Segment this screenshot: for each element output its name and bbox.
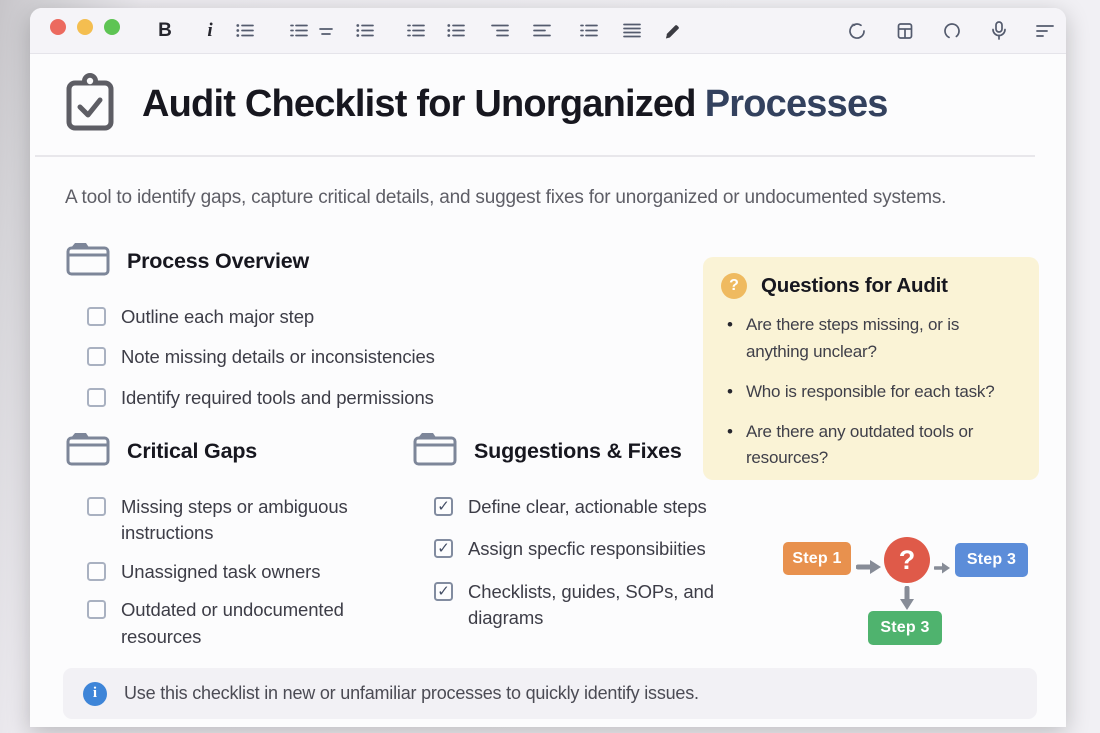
clipboard-check-icon bbox=[64, 72, 116, 137]
checklist-label: Missing steps or ambiguous instructions bbox=[121, 496, 348, 544]
title-row: Audit Checklist for Unorganized Processes bbox=[64, 72, 888, 137]
checkbox-unchecked[interactable] bbox=[87, 561, 106, 581]
dash-icon[interactable] bbox=[313, 18, 339, 44]
section-critical-gaps: Critical Gaps bbox=[66, 430, 257, 472]
info-text: Use this checklist in new or unfamiliar … bbox=[124, 683, 699, 703]
questions-title: Questions for Audit bbox=[761, 274, 948, 297]
archive-icon[interactable] bbox=[892, 18, 918, 44]
indent-icon[interactable] bbox=[529, 18, 555, 44]
checkbox-unchecked[interactable] bbox=[87, 600, 106, 620]
subtitle: A tool to identify gaps, capture critica… bbox=[65, 187, 947, 208]
arrow-right-icon bbox=[855, 557, 882, 582]
info-icon: i bbox=[83, 681, 107, 706]
zoom-button[interactable] bbox=[104, 19, 120, 35]
folder-icon bbox=[413, 430, 457, 472]
page-title-accent: Processes bbox=[704, 83, 889, 125]
questions-header: ? Questions for Audit bbox=[721, 273, 1025, 299]
checkbox-unchecked[interactable] bbox=[87, 497, 106, 516]
critical-gaps-list: Missing steps or ambiguous instructions … bbox=[87, 494, 399, 650]
folder-icon bbox=[66, 240, 110, 282]
note-window: B i Audit Checklist for Unorganized Proc… bbox=[30, 8, 1066, 727]
checklist-label: Note missing details or inconsistencies bbox=[121, 346, 435, 368]
questions-list: • Are there steps missing, or is anythin… bbox=[719, 312, 1025, 472]
info-bar: i Use this checklist in new or unfamilia… bbox=[63, 668, 1037, 719]
justify-icon[interactable] bbox=[619, 18, 645, 44]
question-text: Who is responsible for each task? bbox=[745, 381, 995, 401]
questions-for-audit-panel: ? Questions for Audit • Are there steps … bbox=[703, 257, 1039, 480]
bullet-dot: • bbox=[727, 421, 733, 441]
diagram-step3-bottom-box: Step 3 bbox=[868, 611, 942, 645]
bullet-dot: • bbox=[727, 315, 733, 334]
checklist-item: ✓ Define clear, actionable steps bbox=[434, 494, 766, 520]
checklist-label: Identify required tools and permissions bbox=[121, 386, 434, 408]
checklist-item: Unassigned task owners bbox=[87, 559, 399, 585]
minimize-button[interactable] bbox=[77, 19, 93, 35]
question-item: • Are there any outdated tools or resour… bbox=[727, 419, 1025, 473]
checklist-item: Note missing details or inconsistencies bbox=[87, 344, 517, 370]
arrow-right-small-icon bbox=[933, 561, 951, 580]
section-title: Process Overview bbox=[127, 248, 310, 273]
lasso-circle-icon[interactable] bbox=[939, 18, 965, 44]
folder-icon bbox=[66, 430, 110, 472]
bold-button[interactable]: B bbox=[152, 18, 178, 44]
diagram-step3-top-box: Step 3 bbox=[955, 543, 1028, 577]
question-item: • Are there steps missing, or is anythin… bbox=[727, 312, 1025, 366]
page-title: Audit Checklist for Unorganized Processes bbox=[142, 83, 888, 126]
italic-button[interactable]: i bbox=[197, 18, 223, 44]
numbered-list-icon[interactable] bbox=[403, 18, 429, 44]
checkbox-checked[interactable]: ✓ bbox=[434, 497, 453, 516]
checklist-label: Checklists, guides, SOPs, and diagrams bbox=[468, 580, 714, 629]
checklist-label: Assign specfic responsibiities bbox=[468, 538, 706, 560]
checklist-item: Outdated or undocumented resources bbox=[87, 597, 399, 650]
page-title-main: Audit Checklist for Unorganized bbox=[142, 83, 696, 125]
title-divider bbox=[35, 155, 1035, 157]
history-icon[interactable] bbox=[845, 18, 871, 44]
microphone-icon[interactable] bbox=[986, 18, 1012, 44]
question-text: Are there steps missing, or is anything … bbox=[745, 315, 960, 361]
process-overview-list: Outline each major step Note missing det… bbox=[87, 304, 517, 411]
pencil-icon[interactable] bbox=[660, 18, 686, 44]
checklist-item: Missing steps or ambiguous instructions bbox=[87, 494, 399, 547]
bullet-dot: • bbox=[727, 381, 733, 401]
checklist-item: ✓ Assign specfic responsibiities bbox=[434, 536, 766, 562]
checklist-item: ✓ Checklists, guides, SOPs, and diagrams bbox=[434, 579, 766, 632]
checkbox-unchecked[interactable] bbox=[87, 307, 106, 326]
checklist-label: Define clear, actionable steps bbox=[468, 496, 707, 517]
section-title: Critical Gaps bbox=[127, 438, 258, 463]
bulleted-list-icon[interactable] bbox=[232, 18, 258, 44]
checkbox-checked[interactable]: ✓ bbox=[434, 539, 453, 559]
align-lines-icon[interactable] bbox=[1032, 18, 1058, 44]
toolbar: B i bbox=[30, 8, 1066, 54]
question-text: Are there any outdated tools or resource… bbox=[745, 421, 974, 468]
checkbox-unchecked[interactable] bbox=[87, 387, 106, 407]
checkbox-unchecked[interactable] bbox=[87, 347, 106, 367]
diagram-step1-box: Step 1 bbox=[783, 542, 851, 575]
checklist-label: Outline each major step bbox=[121, 306, 315, 327]
section-suggestions-fixes: Suggestions & Fixes bbox=[413, 430, 682, 472]
checklist-label: Unassigned task owners bbox=[121, 560, 321, 582]
quote-list-icon[interactable] bbox=[576, 18, 602, 44]
task-list-icon[interactable] bbox=[443, 18, 469, 44]
checklist-icon[interactable] bbox=[352, 18, 378, 44]
checklist-item: Identify required tools and permissions bbox=[87, 385, 517, 411]
checklist-item: Outline each major step bbox=[87, 304, 517, 330]
ordered-list-icon[interactable] bbox=[286, 18, 312, 44]
suggestions-list: ✓ Define clear, actionable steps ✓ Assig… bbox=[434, 494, 766, 632]
section-title: Suggestions & Fixes bbox=[474, 438, 682, 463]
checkbox-checked[interactable]: ✓ bbox=[434, 581, 453, 601]
checklist-label: Outdated or undocumented resources bbox=[121, 599, 344, 647]
question-item: • Who is responsible for each task? bbox=[727, 379, 1025, 406]
question-badge-icon: ? bbox=[721, 273, 747, 299]
section-process-overview: Process Overview bbox=[66, 240, 309, 282]
diagram-question-circle: ? bbox=[884, 537, 930, 583]
close-button[interactable] bbox=[50, 19, 66, 35]
align-right-icon[interactable] bbox=[487, 18, 513, 44]
